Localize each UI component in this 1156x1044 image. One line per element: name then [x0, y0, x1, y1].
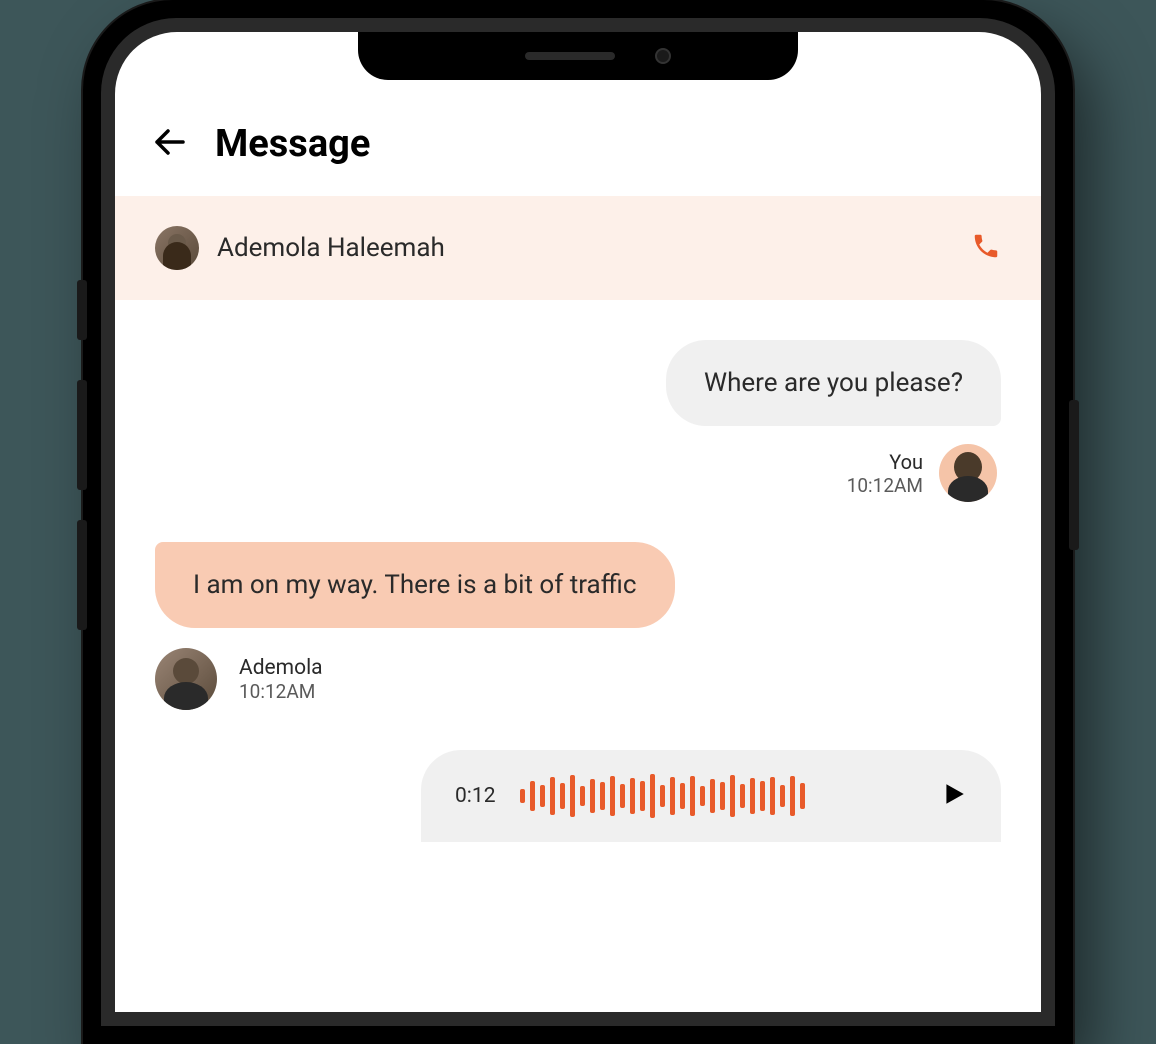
wave-bar [790, 776, 795, 816]
phone-camera [655, 48, 671, 64]
wave-bar [660, 785, 665, 807]
phone-call-icon[interactable] [971, 231, 1001, 265]
wave-bar [700, 786, 705, 806]
wave-bar [520, 789, 525, 803]
sender-name: Ademola [239, 656, 323, 680]
message-meta-text: You 10:12AM [847, 450, 923, 497]
contact-bar: Ademola Haleemah [115, 196, 1041, 300]
wave-bar [780, 785, 785, 807]
contact-avatar[interactable] [155, 226, 199, 270]
message-time: 10:12AM [239, 680, 323, 703]
voice-duration: 0:12 [455, 784, 496, 808]
wave-bar [590, 779, 595, 813]
message-outgoing: Where are you please? [155, 340, 1001, 426]
wave-bar [720, 782, 725, 810]
wave-bar [560, 783, 565, 809]
wave-bar [580, 786, 585, 806]
wave-bar [640, 781, 645, 811]
page-title: Message [215, 122, 370, 166]
phone-frame: Message Ademola Haleemah Where are you [83, 0, 1073, 1044]
wave-bar [680, 783, 685, 809]
wave-bar [570, 775, 575, 817]
phone-side-button [77, 280, 87, 340]
contact-info: Ademola Haleemah [155, 226, 445, 270]
wave-bar [670, 777, 675, 815]
voice-waveform[interactable] [520, 774, 918, 818]
wave-bar [540, 785, 545, 807]
message-incoming: I am on my way. There is a bit of traffi… [155, 542, 1001, 628]
wave-bar [710, 779, 715, 813]
wave-bar [650, 774, 655, 818]
wave-bar [530, 781, 535, 811]
phone-side-button [77, 520, 87, 630]
message-bubble[interactable]: Where are you please? [666, 340, 1001, 426]
wave-bar [690, 776, 695, 816]
wave-bar [770, 777, 775, 815]
phone-inner-frame: Message Ademola Haleemah Where are you [101, 18, 1055, 1026]
chat-area: Where are you please? You 10:12AM I am o… [115, 300, 1041, 842]
phone-side-button [1069, 400, 1079, 550]
play-icon[interactable] [941, 780, 967, 812]
phone-side-button [77, 380, 87, 490]
screen: Message Ademola Haleemah Where are you [115, 32, 1041, 1012]
message-bubble[interactable]: I am on my way. There is a bit of traffi… [155, 542, 675, 628]
contact-name: Ademola Haleemah [217, 233, 445, 263]
phone-notch [358, 32, 798, 80]
wave-bar [730, 775, 735, 817]
voice-message: 0:12 [155, 750, 1001, 842]
sender-name: You [847, 450, 923, 474]
phone-speaker [525, 52, 615, 60]
voice-bubble[interactable]: 0:12 [421, 750, 1001, 842]
back-arrow-icon[interactable] [155, 125, 185, 163]
wave-bar [800, 783, 805, 809]
contact-avatar[interactable] [155, 648, 217, 710]
wave-bar [750, 778, 755, 814]
wave-bar [550, 777, 555, 815]
user-avatar[interactable] [939, 444, 997, 502]
wave-bar [630, 778, 635, 814]
message-meta-text: Ademola 10:12AM [239, 656, 323, 703]
wave-bar [600, 782, 605, 810]
message-time: 10:12AM [847, 474, 923, 497]
message-meta-incoming: Ademola 10:12AM [155, 648, 1001, 710]
wave-bar [620, 784, 625, 808]
wave-bar [760, 781, 765, 811]
wave-bar [610, 776, 615, 816]
wave-bar [740, 784, 745, 808]
message-meta-outgoing: You 10:12AM [155, 444, 1001, 502]
